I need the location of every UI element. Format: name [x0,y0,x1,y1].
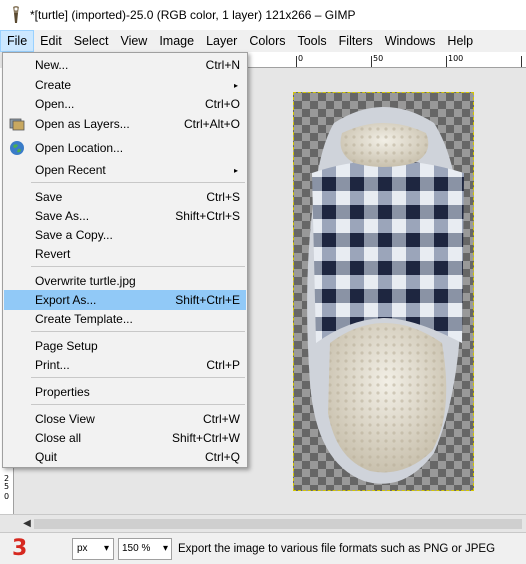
menu-item-shortcut: Ctrl+S [206,190,240,204]
ruler-label: 0 [298,54,304,63]
menu-select[interactable]: Select [68,30,115,52]
menu-item-open-as-layers[interactable]: Open as Layers... Ctrl+Alt+O [4,114,246,134]
menu-item-label: Open... [35,97,75,111]
file-menu-dropdown: New... Ctrl+N Create ▸ Open... Ctrl+O Op… [2,52,248,468]
menu-item-quit[interactable]: Quit Ctrl+Q [4,447,246,467]
menu-image[interactable]: Image [153,30,200,52]
menu-item-label: Close View [35,412,95,426]
menu-item-label: Properties [35,385,90,399]
menu-item-label: Create Template... [35,312,133,326]
menu-layer[interactable]: Layer [200,30,243,52]
submenu-arrow-icon: ▸ [233,80,238,90]
ruler-label: 5 [4,482,10,491]
scrollbar-track[interactable] [34,518,522,529]
status-bar: 3 px ▾ 150 % ▾ Export the image to vario… [0,532,526,564]
submenu-arrow-icon: ▸ [233,165,238,175]
zoom-value: 150 % [122,543,151,554]
unit-select[interactable]: px ▾ [72,537,114,560]
menu-item-label: Save As... [35,209,90,223]
ruler-tick [446,56,447,67]
menu-item-label: Close all [35,431,82,445]
title-bar: *[turtle] (imported)-25.0 (RGB color, 1 … [0,0,526,30]
menu-item-shortcut: Ctrl+O [204,97,240,111]
menu-separator [31,377,245,378]
status-hint: Export the image to various file formats… [178,542,496,555]
menu-item-close-view[interactable]: Close View Ctrl+W [4,409,246,429]
image-canvas[interactable] [293,92,474,491]
menu-item-label: Print... [35,358,70,372]
menu-separator [31,182,245,183]
menu-item-label: Open Recent [35,163,106,177]
menu-item-shortcut: Ctrl+N [205,58,240,72]
scroll-left-icon[interactable]: ◀ [20,518,34,529]
menu-edit[interactable]: Edit [34,30,68,52]
gimp-icon [8,4,24,26]
ruler-label: 100 [448,54,464,63]
menu-item-shortcut: Shift+Ctrl+S [175,209,240,223]
menu-item-open-location[interactable]: Open Location... [4,138,246,158]
menu-item-export-as[interactable]: Export As... Shift+Ctrl+E [4,290,246,310]
menu-separator [31,404,245,405]
ruler-tick [296,56,297,67]
menu-item-label: Quit [35,450,58,464]
menu-filters[interactable]: Filters [333,30,379,52]
window-title: *[turtle] (imported)-25.0 (RGB color, 1 … [30,8,356,22]
menu-view[interactable]: View [114,30,153,52]
globe-icon [9,140,25,156]
horizontal-scrollbar[interactable]: ◀ [0,514,526,532]
menu-item-label: Revert [35,247,71,261]
menu-item-open[interactable]: Open... Ctrl+O [4,94,246,114]
menu-colors[interactable]: Colors [243,30,291,52]
menu-item-label: Export As... [35,293,97,307]
menu-item-shortcut: Ctrl+Alt+O [183,117,240,131]
menu-item-label: Page Setup [35,339,98,353]
menu-item-shortcut: Ctrl+W [203,412,240,426]
menu-item-label: Open as Layers... [35,117,130,131]
menu-item-save-a-copy[interactable]: Save a Copy... [4,225,246,245]
menu-bar: File Edit Select View Image Layer Colors… [0,30,526,52]
menu-item-label: Open Location... [35,141,124,155]
menu-windows[interactable]: Windows [379,30,442,52]
menu-item-shortcut: Shift+Ctrl+E [175,293,240,307]
menu-item-print[interactable]: Print... Ctrl+P [4,355,246,375]
ruler-label: 50 [373,54,384,63]
menu-item-page-setup[interactable]: Page Setup [4,336,246,356]
menu-item-revert[interactable]: Revert [4,244,246,264]
menu-item-save[interactable]: Save Ctrl+S [4,187,246,207]
menu-item-properties[interactable]: Properties [4,382,246,402]
menu-item-shortcut: Ctrl+Q [204,450,240,464]
menu-item-shortcut: Ctrl+P [206,358,240,372]
step-number: 3 [12,536,28,561]
menu-separator [31,331,245,332]
menu-item-overwrite[interactable]: Overwrite turtle.jpg [4,271,246,291]
ruler-tick [521,56,522,67]
menu-item-new[interactable]: New... Ctrl+N [4,55,246,75]
menu-item-label: Save [35,190,63,204]
zoom-select[interactable]: 150 % ▾ [118,537,172,560]
menu-tools[interactable]: Tools [291,30,332,52]
menu-separator [31,266,245,267]
menu-item-close-all[interactable]: Close all Shift+Ctrl+W [4,428,246,448]
menu-item-label: Save a Copy... [35,228,113,242]
chevron-down-icon: ▾ [103,543,109,554]
ruler-tick [371,56,372,67]
unit-value: px [77,543,88,554]
menu-item-save-as[interactable]: Save As... Shift+Ctrl+S [4,206,246,226]
menu-item-open-recent[interactable]: Open Recent ▸ [4,160,246,180]
open-layers-icon [9,116,25,132]
slipper-image [307,107,464,484]
menu-item-create[interactable]: Create ▸ [4,75,246,95]
menu-item-create-template[interactable]: Create Template... [4,309,246,329]
menu-item-label: Overwrite turtle.jpg [35,274,136,288]
menu-item-label: Create [35,78,72,92]
menu-item-shortcut: Shift+Ctrl+W [171,431,240,445]
menu-help[interactable]: Help [441,30,479,52]
chevron-down-icon: ▾ [162,543,168,554]
ruler-label: 0 [4,492,10,501]
menu-file[interactable]: File [0,30,35,52]
menu-item-label: New... [35,58,69,72]
